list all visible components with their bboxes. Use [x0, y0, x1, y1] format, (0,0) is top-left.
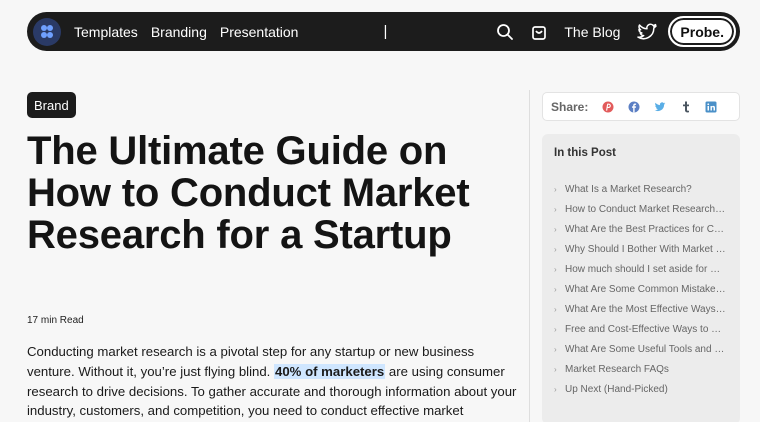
chevron-right-icon: ›: [554, 204, 557, 214]
toc-item-label: How to Conduct Market Research for a Sta…: [565, 203, 727, 215]
toc-item-label: What Is a Market Research?: [565, 183, 692, 195]
toc-item[interactable]: › Free and Cost-Effective Ways to Do Mark…: [554, 319, 728, 339]
toc-item[interactable]: › Up Next (Hand-Picked): [554, 379, 728, 399]
shopping-bag-icon[interactable]: [526, 19, 552, 45]
chevron-right-icon: ›: [554, 384, 557, 394]
stat-link[interactable]: 40% of marketers: [274, 363, 386, 379]
probe-button[interactable]: Probe.: [668, 16, 736, 47]
chevron-right-icon: ›: [554, 284, 557, 294]
category-badge[interactable]: Brand: [27, 92, 76, 118]
chevron-right-icon: ›: [554, 304, 557, 314]
toc-item-label: What Are the Best Practices for Conducti…: [565, 223, 727, 235]
chevron-right-icon: ›: [554, 344, 557, 354]
toc-item-label: Why Should I Bother With Market Research: [565, 243, 727, 255]
twitter-share-icon[interactable]: [654, 101, 666, 113]
chevron-right-icon: ›: [554, 264, 557, 274]
toc-item-label: Free and Cost-Effective Ways to Do Marke…: [565, 323, 727, 335]
toc-item[interactable]: › Market Research FAQs: [554, 359, 728, 379]
toc-item[interactable]: › What Are the Most Effective Ways to Con…: [554, 299, 728, 319]
toc-item-label: What Are the Most Effective Ways to Cond…: [565, 303, 727, 315]
chevron-right-icon: ›: [554, 324, 557, 334]
nav-link-blog[interactable]: The Blog: [564, 24, 620, 40]
toc-item[interactable]: › How to Conduct Market Research for a St…: [554, 199, 728, 219]
share-bar: Share:: [542, 92, 740, 121]
tumblr-icon[interactable]: [680, 101, 691, 113]
logo-icon[interactable]: [33, 17, 61, 46]
toc-item-label: What Are Some Common Mistakes in Market …: [565, 283, 727, 295]
twitter-icon[interactable]: [634, 19, 660, 45]
column-divider: [529, 90, 530, 422]
toc-title: In this Post: [554, 147, 616, 159]
table-of-contents: In this Post › What Is a Market Research?…: [542, 134, 740, 422]
chevron-right-icon: ›: [554, 364, 557, 374]
article-title: The Ultimate Guide on How to Conduct Mar…: [27, 129, 470, 257]
toc-item[interactable]: › How much should I set aside for market …: [554, 259, 728, 279]
chevron-right-icon: ›: [554, 224, 557, 234]
toc-item[interactable]: › What Are the Best Practices for Conduct…: [554, 219, 728, 239]
search-icon[interactable]: [492, 19, 518, 45]
text-caret: |: [383, 23, 388, 40]
nav-link-templates[interactable]: Templates: [74, 24, 138, 40]
linkedin-icon[interactable]: [705, 101, 717, 113]
chevron-right-icon: ›: [554, 184, 557, 194]
toc-item[interactable]: › What Is a Market Research?: [554, 179, 728, 199]
top-navbar: Templates Branding Presentation | The Bl…: [27, 12, 740, 51]
toc-list: › What Is a Market Research? › How to Condu…: [554, 179, 728, 399]
share-label: Share:: [551, 99, 589, 114]
pinterest-icon[interactable]: [602, 101, 614, 113]
toc-item-label: How much should I set aside for market r…: [565, 263, 727, 275]
facebook-icon[interactable]: [628, 101, 640, 113]
toc-item-label: What Are Some Useful Tools and Resources: [565, 343, 727, 355]
toc-item-label: Up Next (Hand-Picked): [565, 383, 668, 395]
nav-actions: The Blog Probe.: [484, 16, 736, 47]
read-time: 17 min Read: [27, 315, 84, 326]
article-intro: Conducting market research is a pivotal …: [27, 342, 517, 421]
toc-item[interactable]: › What Are Some Useful Tools and Resource…: [554, 339, 728, 359]
toc-item-label: Market Research FAQs: [565, 363, 669, 375]
chevron-right-icon: ›: [554, 244, 557, 254]
nav-link-presentation[interactable]: Presentation: [220, 24, 299, 40]
nav-link-branding[interactable]: Branding: [151, 24, 207, 40]
toc-item[interactable]: › What Are Some Common Mistakes in Market…: [554, 279, 728, 299]
toc-item[interactable]: › Why Should I Bother With Market Researc…: [554, 239, 728, 259]
